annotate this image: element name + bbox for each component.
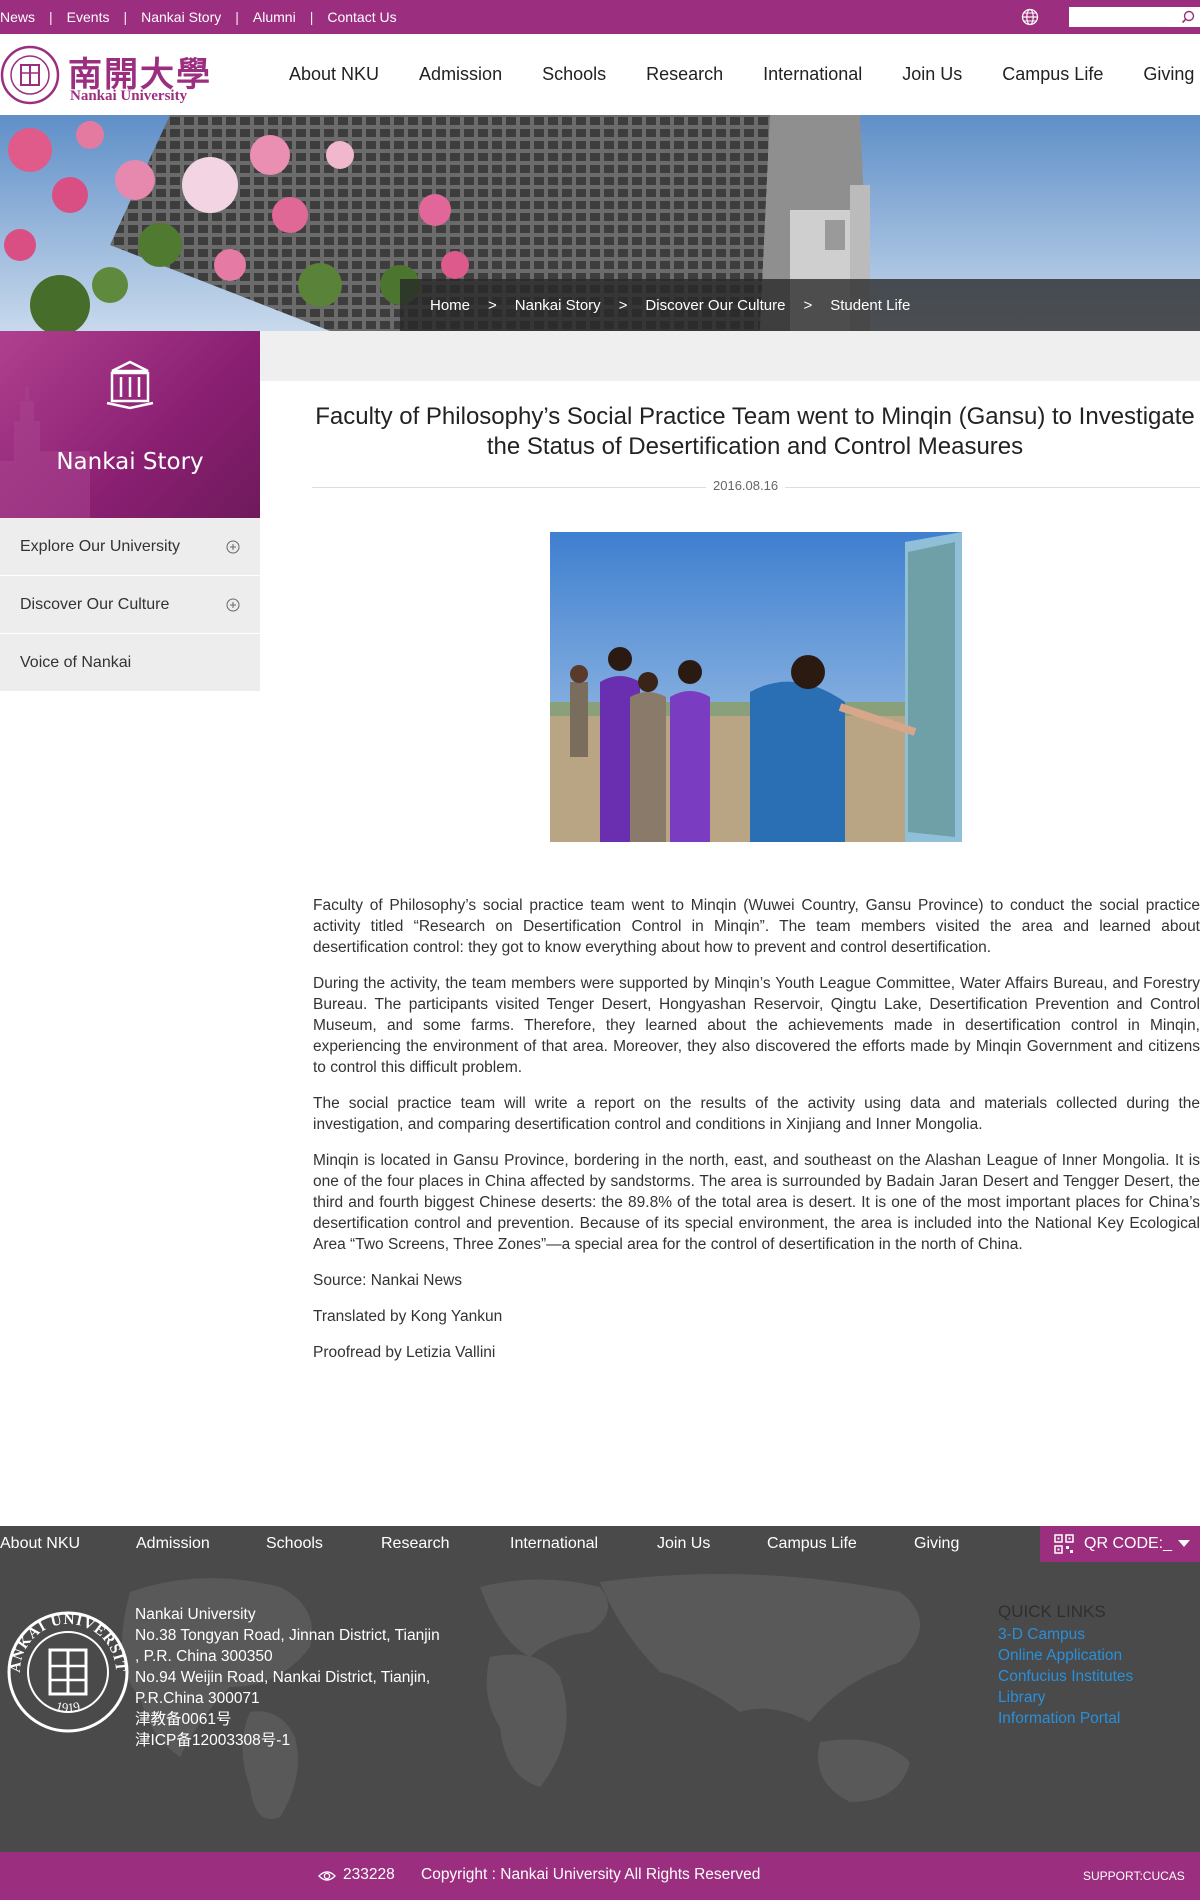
quick-link-online-application[interactable]: Online Application <box>998 1645 1133 1666</box>
footer-nav-international[interactable]: International <box>510 1535 598 1553</box>
utility-link-alumni[interactable]: Alumni <box>253 9 296 25</box>
article-paragraph: During the activity, the team members we… <box>313 975 1200 1076</box>
top-utility-bar: News | Events | Nankai Story | Alumni | … <box>0 0 1200 34</box>
nav-campus-life[interactable]: Campus Life <box>1002 64 1103 85</box>
utility-link-nankai-story[interactable]: Nankai Story <box>141 9 221 25</box>
breadcrumb-discover-our-culture[interactable]: Discover Our Culture <box>645 297 785 314</box>
breadcrumb-home[interactable]: Home <box>430 297 470 314</box>
article-paragraph: Faculty of Philosophy’s social practice … <box>313 897 1200 956</box>
qr-code-icon <box>1054 1534 1074 1554</box>
article-translator: Translated by Kong Yankun <box>313 1308 503 1325</box>
nav-research[interactable]: Research <box>646 64 723 85</box>
article-body: Faculty of Philosophy’s social practice … <box>313 895 1200 1378</box>
footer-navigation: About NKU Admission Schools Research Int… <box>0 1526 1200 1562</box>
breadcrumb-separator: > <box>803 296 813 314</box>
separator: | <box>309 9 314 25</box>
footer-nav-join-us[interactable]: Join Us <box>657 1535 710 1553</box>
sidebar-title: Nankai Story <box>56 449 204 475</box>
article-date-row: 2016.08.16 <box>312 477 1200 497</box>
university-logo[interactable]: 南開大學 Nankai University <box>0 43 215 107</box>
quick-link-confucius-institutes[interactable]: Confucius Institutes <box>998 1666 1133 1687</box>
footer-nav-admission[interactable]: Admission <box>136 1535 210 1553</box>
separator: | <box>123 9 128 25</box>
chevron-down-icon <box>1178 1540 1190 1547</box>
qr-code-dropdown[interactable]: QR CODE:_ <box>1040 1526 1200 1562</box>
utility-link-contact-us[interactable]: Contact Us <box>327 9 396 25</box>
article-photo <box>550 532 962 842</box>
article-proofreader: Proofread by Letizia Vallini <box>313 1344 496 1361</box>
breadcrumb-separator: > <box>488 296 497 314</box>
address-line: , P.R. China 300350 <box>135 1648 273 1665</box>
footer-nav-about-nku[interactable]: About NKU <box>0 1535 80 1553</box>
nav-international[interactable]: International <box>763 64 862 85</box>
separator: | <box>49 9 53 25</box>
footer-nav-giving[interactable]: Giving <box>914 1535 959 1553</box>
book-building-icon <box>106 360 154 410</box>
sidebar-item-explore-our-university[interactable]: Explore Our University <box>0 518 260 576</box>
copyright-text: Copyright : Nankai University All Rights… <box>421 1866 761 1883</box>
sidebar-item-label: Explore Our University <box>20 537 181 555</box>
visit-counter: 233228 <box>343 1866 395 1883</box>
university-seal-icon <box>0 45 60 105</box>
site-header: 南開大學 Nankai University About NKU Admissi… <box>0 34 1200 115</box>
breadcrumb-student-life[interactable]: Student Life <box>830 297 910 314</box>
address-line: 津ICP备12003308号-1 <box>135 1732 291 1749</box>
nav-giving[interactable]: Giving <box>1143 64 1194 85</box>
sidebar-menu: Explore Our University Discover Our Cult… <box>0 518 260 692</box>
footer-bottom-bar: 233228 Copyright : Nankai University All… <box>0 1852 1200 1900</box>
article-title: Faculty of Philosophy’s Social Practice … <box>310 402 1200 462</box>
breadcrumb-separator: > <box>618 296 628 314</box>
address-line: 津教备0061号 <box>135 1711 232 1728</box>
footer-nav-campus-life[interactable]: Campus Life <box>767 1535 857 1553</box>
article-source: Source: Nankai News <box>313 1272 463 1289</box>
sidebar-item-voice-of-nankai[interactable]: Voice of Nankai <box>0 634 260 692</box>
nav-about-nku[interactable]: About NKU <box>289 64 379 85</box>
sidebar-item-label: Discover Our Culture <box>20 595 170 613</box>
logo-english-name: Nankai University <box>70 88 188 104</box>
breadcrumb-nankai-story[interactable]: Nankai Story <box>515 297 601 314</box>
breadcrumb: Home > Nankai Story > Discover Our Cultu… <box>400 279 1200 331</box>
sidebar-item-discover-our-culture[interactable]: Discover Our Culture <box>0 576 260 634</box>
address-line: Nankai University <box>135 1606 256 1623</box>
footer-nav-research[interactable]: Research <box>381 1535 449 1553</box>
nav-admission[interactable]: Admission <box>419 64 502 85</box>
quick-link-library[interactable]: Library <box>998 1687 1133 1708</box>
article-date: 2016.08.16 <box>706 478 786 493</box>
footer-address: Nankai University No.38 Tongyan Road, Ji… <box>135 1604 440 1751</box>
footer-nav-schools[interactable]: Schools <box>266 1535 323 1553</box>
search-icon[interactable] <box>1180 9 1196 25</box>
utility-link-events[interactable]: Events <box>67 9 110 25</box>
university-seal-icon: NANKAI UNIVERSITY 1919 <box>6 1610 129 1733</box>
utility-links: News | Events | Nankai Story | Alumni | … <box>0 0 397 34</box>
address-line: No.38 Tongyan Road, Jinnan District, Tia… <box>135 1627 440 1644</box>
quick-link-3d-campus[interactable]: 3-D Campus <box>998 1624 1133 1645</box>
address-line: No.94 Weijin Road, Nankai District, Tian… <box>135 1669 431 1686</box>
sidebar-item-label: Voice of Nankai <box>20 653 132 671</box>
nav-join-us[interactable]: Join Us <box>902 64 962 85</box>
utility-link-news[interactable]: News <box>0 9 35 25</box>
quick-link-information-portal[interactable]: Information Portal <box>998 1708 1133 1729</box>
eye-icon <box>318 1871 336 1881</box>
article-paragraph: The social practice team will write a re… <box>313 1095 1200 1133</box>
footer-main: NANKAI UNIVERSITY 1919 Nankai University… <box>0 1562 1200 1852</box>
content-header-strip <box>260 331 1200 381</box>
article-paragraph: Minqin is located in Gansu Province, bor… <box>313 1152 1200 1253</box>
qr-code-label: QR CODE:_ <box>1084 1535 1173 1552</box>
main-navigation: About NKU Admission Schools Research Int… <box>289 34 1194 115</box>
sidebar-header: Nankai Story <box>0 331 260 518</box>
plus-circle-icon[interactable] <box>226 540 240 554</box>
separator: | <box>235 9 239 25</box>
article-title-line: Faculty of Philosophy’s Social Practice … <box>315 403 1195 430</box>
support-link[interactable]: SUPPORT:CUCAS <box>1083 1869 1185 1883</box>
globe-icon[interactable] <box>1021 8 1039 26</box>
search-box <box>1069 7 1200 27</box>
plus-circle-icon[interactable] <box>226 598 240 612</box>
article-photo-illustration <box>550 532 962 842</box>
quick-links-title: QUICK LINKS <box>998 1602 1106 1621</box>
article-title-line: the Status of Desertification and Contro… <box>486 433 1024 460</box>
address-line: P.R.China 300071 <box>135 1690 260 1707</box>
nav-schools[interactable]: Schools <box>542 64 606 85</box>
quick-links: QUICK LINKS 3-D Campus Online Applicatio… <box>998 1602 1133 1729</box>
